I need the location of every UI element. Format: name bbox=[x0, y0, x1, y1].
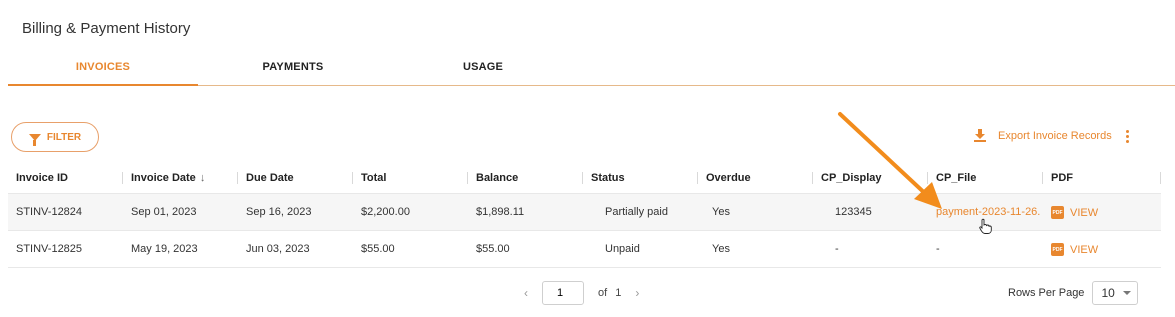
column-header-cp-display[interactable]: CP_Display bbox=[813, 163, 928, 194]
cell-status: Unpaid bbox=[583, 230, 698, 268]
rows-per-page-select[interactable]: 10 bbox=[1092, 281, 1139, 305]
cell-invoice-id: STINV-12825 bbox=[8, 230, 123, 268]
cell-due-date: Sep 16, 2023 bbox=[238, 193, 353, 231]
cell-balance: $1,898.11 bbox=[468, 193, 583, 231]
rows-per-page-label: Rows Per Page bbox=[1008, 287, 1085, 299]
table-row[interactable]: STINV-12824 Sep 01, 2023 Sep 16, 2023 $2… bbox=[8, 193, 1161, 231]
tab-payments[interactable]: PAYMENTS bbox=[238, 55, 348, 85]
cell-cp-display: 123345 bbox=[813, 193, 928, 231]
column-header-invoice-date[interactable]: Invoice Date ↓ bbox=[123, 163, 238, 194]
cp-file-link[interactable]: payment-2023-11-26. bbox=[936, 206, 1040, 218]
pdf-icon: PDF bbox=[1051, 243, 1064, 257]
cell-total: $2,200.00 bbox=[353, 193, 468, 231]
cell-cp-file: payment-2023-11-26. bbox=[928, 193, 1043, 231]
page-number-input[interactable] bbox=[542, 281, 584, 305]
column-header-due-date[interactable]: Due Date bbox=[238, 163, 353, 194]
cell-cp-display: - bbox=[813, 230, 928, 268]
column-header-total[interactable]: Total bbox=[353, 163, 468, 194]
caret-down-icon bbox=[1123, 291, 1132, 295]
kebab-menu-icon[interactable] bbox=[1126, 130, 1130, 144]
column-header-status[interactable]: Status bbox=[583, 163, 698, 194]
cell-invoice-date: Sep 01, 2023 bbox=[123, 193, 238, 231]
view-pdf-link[interactable]: PDF VIEW bbox=[1051, 243, 1099, 257]
column-header-overdue[interactable]: Overdue bbox=[698, 163, 813, 194]
cell-invoice-id: STINV-12824 bbox=[8, 193, 123, 231]
view-pdf-link[interactable]: PDF VIEW bbox=[1051, 206, 1099, 220]
tab-bar: INVOICES PAYMENTS USAGE bbox=[8, 55, 1175, 86]
chevron-left-icon[interactable]: ‹ bbox=[520, 286, 532, 300]
cell-pdf: PDF VIEW bbox=[1043, 230, 1161, 268]
of-label: of bbox=[598, 287, 608, 299]
column-header-pdf[interactable]: PDF bbox=[1043, 163, 1161, 194]
rows-per-page: Rows Per Page 10 bbox=[1008, 281, 1139, 305]
cell-pdf: PDF VIEW bbox=[1043, 193, 1161, 231]
page-title: Billing & Payment History bbox=[22, 20, 191, 37]
cell-status: Partially paid bbox=[583, 193, 698, 231]
export-label: Export Invoice Records bbox=[998, 129, 1112, 142]
column-header-invoice-id[interactable]: Invoice ID bbox=[8, 163, 123, 194]
cell-invoice-date: May 19, 2023 bbox=[123, 230, 238, 268]
table-header-row: Invoice ID Invoice Date ↓ Due Date Total … bbox=[8, 163, 1161, 194]
invoice-table: Invoice ID Invoice Date ↓ Due Date Total … bbox=[8, 163, 1161, 268]
view-pdf-label: VIEW bbox=[1070, 243, 1099, 256]
cell-cp-file: - bbox=[928, 230, 1043, 268]
cell-overdue: Yes bbox=[698, 193, 813, 231]
column-header-cp-file[interactable]: CP_File bbox=[928, 163, 1043, 194]
filter-label: FILTER bbox=[46, 131, 82, 143]
column-header-balance[interactable]: Balance bbox=[468, 163, 583, 194]
cell-total: $55.00 bbox=[353, 230, 468, 268]
rows-per-page-value: 10 bbox=[1101, 286, 1115, 300]
filter-button[interactable]: FILTER bbox=[11, 122, 99, 152]
tab-invoices[interactable]: INVOICES bbox=[8, 55, 198, 86]
pdf-icon: PDF bbox=[1051, 206, 1064, 220]
funnel-icon bbox=[28, 133, 41, 146]
annotation-overlay bbox=[838, 112, 992, 234]
view-pdf-label: VIEW bbox=[1070, 206, 1099, 219]
cell-overdue: Yes bbox=[698, 230, 813, 268]
download-icon bbox=[974, 129, 986, 142]
chevron-right-icon[interactable]: › bbox=[631, 286, 643, 300]
cell-due-date: Jun 03, 2023 bbox=[238, 230, 353, 268]
cell-balance: $55.00 bbox=[468, 230, 583, 268]
export-invoice-records-button[interactable]: Export Invoice Records bbox=[974, 129, 1112, 142]
total-pages: 1 bbox=[615, 287, 622, 299]
tab-usage[interactable]: USAGE bbox=[438, 55, 528, 85]
sort-down-icon[interactable]: ↓ bbox=[200, 172, 206, 184]
table-row[interactable]: STINV-12825 May 19, 2023 Jun 03, 2023 $5… bbox=[8, 230, 1161, 268]
pagination: ‹ of 1 › bbox=[520, 281, 643, 305]
